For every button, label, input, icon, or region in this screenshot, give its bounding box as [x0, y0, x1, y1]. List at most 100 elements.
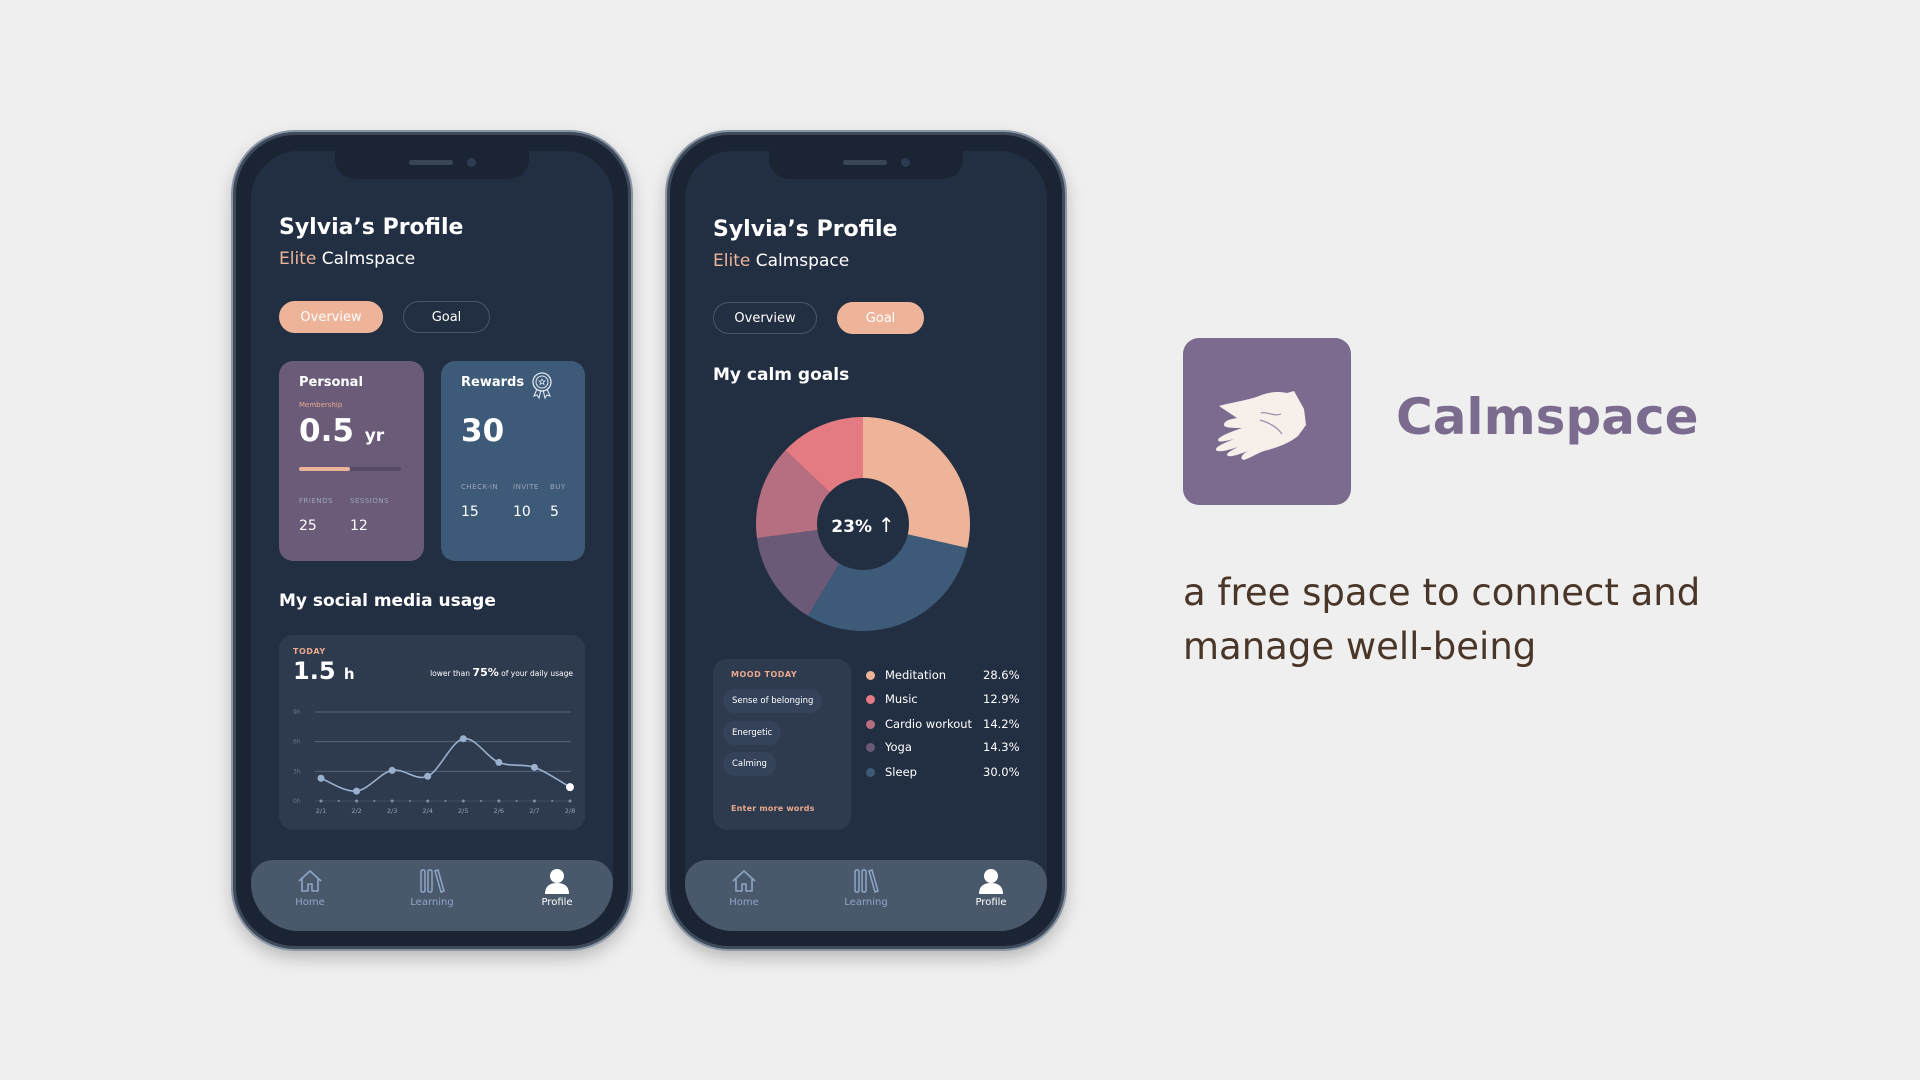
data-point — [388, 766, 396, 774]
legend-dot — [866, 694, 875, 704]
data-point — [459, 735, 467, 743]
legend-item: Yoga 14.3% — [866, 740, 1026, 754]
x-tick — [426, 799, 430, 803]
buy-count: 5 — [550, 504, 559, 520]
x-tick — [532, 799, 536, 803]
legend-value: 12.9% — [983, 692, 1020, 706]
data-point — [353, 787, 361, 795]
x-minor-tick — [480, 800, 483, 802]
legend-dot — [866, 742, 875, 752]
brand-label: Calmspace — [321, 249, 416, 269]
sessions-count: 12 — [350, 518, 368, 534]
x-tick — [390, 799, 394, 803]
y-tick-label: 6h — [293, 739, 301, 746]
personal-card[interactable]: Personal Membership 0.5 yr FRIENDS SESSI… — [279, 361, 424, 561]
data-point — [566, 783, 574, 792]
nav-home-label: Home — [729, 897, 759, 908]
friends-label: FRIENDS — [299, 497, 333, 505]
phone-overview: Sylvia’s Profile Elite Calmspace Overvie… — [233, 132, 631, 949]
legend-item: Sleep 30.0% — [866, 765, 1026, 779]
nav-learning-label: Learning — [410, 897, 454, 908]
invite-label: INVITE — [513, 483, 539, 491]
legend-label: Music — [885, 692, 918, 706]
phone-goal: Sylvia’s Profile Elite Calmspace Overvie… — [667, 132, 1065, 949]
x-tick-label: 2/5 — [458, 807, 468, 815]
data-point — [317, 774, 325, 782]
membership-unit: yr — [364, 426, 385, 446]
membership-tier: Elite Calmspace — [713, 251, 849, 271]
x-tick — [319, 799, 323, 803]
x-minor-tick — [551, 800, 554, 802]
checkin-label: CHECK-IN — [461, 483, 499, 491]
legend-item: Meditation 28.6% — [866, 668, 1026, 682]
tab-overview[interactable]: Overview — [713, 302, 817, 334]
legend-dot — [866, 767, 875, 777]
y-tick-label: 0h — [293, 798, 301, 805]
legend-item: Cardio workout 14.2% — [866, 717, 1026, 731]
arrow-up-icon: ↑ — [877, 513, 895, 537]
mood-chip[interactable]: Sense of belonging — [723, 689, 823, 713]
nav-profile[interactable]: Profile — [527, 868, 587, 908]
x-minor-tick — [515, 800, 518, 802]
legend-dot — [866, 670, 875, 680]
x-tick — [497, 799, 501, 803]
nav-learning[interactable]: Learning — [836, 868, 896, 908]
x-minor-tick — [337, 800, 340, 802]
data-point — [424, 772, 432, 780]
award-ribbon-icon — [532, 372, 552, 400]
x-tick-label: 2/8 — [565, 807, 575, 815]
x-tick — [568, 799, 572, 803]
profile-icon — [545, 869, 569, 894]
tab-goal[interactable]: Goal — [837, 302, 924, 334]
books-icon — [420, 869, 445, 893]
rewards-title: Rewards — [461, 375, 525, 390]
notch — [769, 151, 963, 179]
open-hand-icon — [1215, 391, 1306, 460]
x-tick-label: 2/2 — [351, 807, 361, 815]
personal-title: Personal — [299, 375, 363, 390]
nav-home[interactable]: Home — [714, 868, 774, 908]
nav-profile[interactable]: Profile — [961, 868, 1021, 908]
x-tick-label: 2/6 — [494, 807, 504, 815]
sessions-label: SESSIONS — [350, 497, 390, 505]
usage-title: My social media usage — [279, 591, 496, 611]
donut-slice-sleep — [807, 534, 968, 631]
legend-label: Yoga — [885, 740, 912, 754]
usage-line-chart: 0h 3h 6h 9h 2/1 2/2 2/3 2/4 2/5 2/6 2/7 2/8 — [293, 709, 575, 815]
tab-goal[interactable]: Goal — [403, 301, 490, 333]
y-tick-label: 3h — [293, 768, 301, 775]
invite-count: 10 — [513, 504, 531, 520]
legend-value: 14.3% — [983, 740, 1020, 754]
home-icon — [298, 870, 322, 892]
x-tick-label: 2/4 — [422, 807, 432, 815]
brand-name: Calmspace — [1396, 388, 1699, 446]
x-tick-label: 2/1 — [316, 807, 326, 815]
nav-home-label: Home — [295, 897, 325, 908]
x-minor-tick — [373, 800, 376, 802]
bottom-nav: Home Learning Profile — [685, 860, 1047, 931]
data-point — [495, 758, 503, 766]
rewards-total: 30 — [461, 413, 505, 449]
membership-progress — [299, 467, 401, 471]
app-logo — [1183, 338, 1351, 505]
membership-tier: Elite Calmspace — [279, 249, 415, 269]
enter-more-words[interactable]: Enter more words — [731, 804, 815, 813]
mood-chip[interactable]: Energetic — [723, 721, 782, 745]
tab-overview[interactable]: Overview — [279, 301, 383, 333]
x-minor-tick — [408, 800, 411, 802]
checkin-count: 15 — [461, 504, 479, 520]
nav-learning[interactable]: Learning — [402, 868, 462, 908]
rewards-card[interactable]: Rewards 30 CHECK-IN INVITE BUY 15 10 5 — [441, 361, 585, 561]
notch — [335, 151, 529, 179]
nav-home[interactable]: Home — [280, 868, 340, 908]
legend-dot — [866, 719, 875, 729]
mood-chip[interactable]: Calming — [723, 752, 776, 776]
x-minor-tick — [444, 800, 447, 802]
mood-title: MOOD TODAY — [731, 670, 798, 679]
legend-label: Sleep — [885, 765, 917, 779]
tagline-line-2: manage well-being — [1183, 625, 1537, 668]
donut-center: 23% ↑ — [813, 513, 913, 537]
legend-value: 30.0% — [983, 765, 1020, 779]
bottom-nav: Home Learning Profile — [251, 860, 613, 931]
books-icon — [854, 869, 879, 893]
